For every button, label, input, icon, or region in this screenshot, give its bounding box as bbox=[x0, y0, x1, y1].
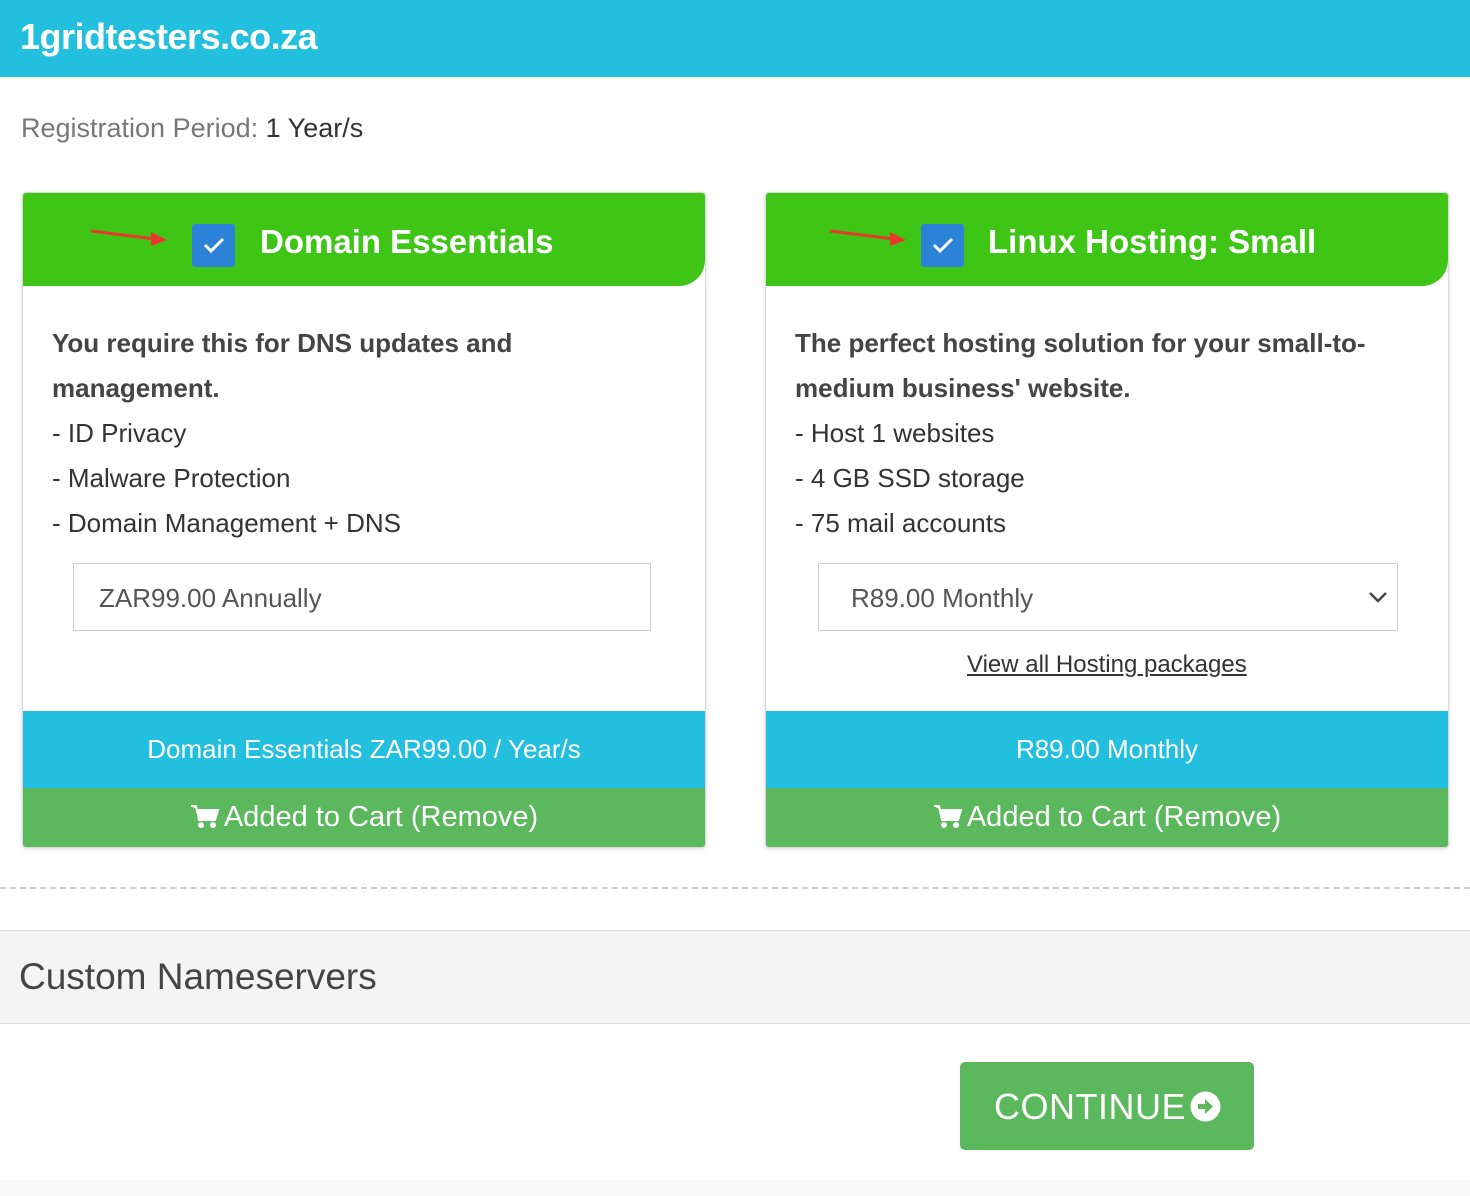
price-summary: Domain Essentials ZAR99.00 / Year/s bbox=[23, 711, 705, 788]
card-header[interactable]: Domain Essentials bbox=[23, 193, 705, 286]
custom-nameservers-panel[interactable]: Custom Nameservers bbox=[0, 930, 1470, 1024]
site-name: 1gridtesters.co.za bbox=[20, 16, 318, 57]
continue-label: CONTINUE bbox=[994, 1086, 1186, 1127]
registration-period: Registration Period: 1 Year/s bbox=[21, 113, 363, 144]
card-title: Linux Hosting: Small bbox=[988, 223, 1317, 260]
feature-item: - ID Privacy bbox=[52, 418, 187, 448]
description-lead: You require this for DNS updates and man… bbox=[52, 328, 513, 403]
view-all-hosting-link[interactable]: View all Hosting packages bbox=[967, 651, 1247, 679]
feature-item: - 4 GB SSD storage bbox=[795, 463, 1025, 493]
cart-icon bbox=[190, 805, 220, 828]
addon-checkbox[interactable] bbox=[921, 224, 964, 267]
added-to-cart-remove-button[interactable]: Added to Cart (Remove) bbox=[23, 788, 705, 847]
red-arrow-annotation-icon bbox=[90, 229, 167, 246]
nameservers-heading: Custom Nameservers bbox=[19, 956, 377, 997]
registration-value: 1 Year/s bbox=[265, 113, 364, 143]
checkmark-icon bbox=[932, 237, 954, 254]
card-header[interactable]: Linux Hosting: Small bbox=[766, 193, 1448, 286]
addon-checkbox[interactable] bbox=[192, 224, 235, 267]
cart-icon bbox=[933, 805, 963, 828]
continue-button[interactable]: CONTINUE bbox=[960, 1062, 1254, 1150]
footer-strip bbox=[0, 1180, 1470, 1196]
red-arrow-annotation-icon bbox=[829, 229, 906, 246]
price-text: ZAR99.00 Annually bbox=[99, 583, 322, 613]
feature-item: - 75 mail accounts bbox=[795, 508, 1006, 538]
card-description: You require this for DNS updates and man… bbox=[52, 321, 672, 546]
price-summary: R89.00 Monthly bbox=[766, 711, 1448, 788]
card-description: The perfect hosting solution for your sm… bbox=[795, 321, 1415, 546]
price-display: ZAR99.00 Annually bbox=[73, 563, 651, 631]
registration-label: Registration Period: bbox=[21, 113, 259, 143]
description-lead: The perfect hosting solution for your sm… bbox=[795, 328, 1366, 403]
arrow-circle-right-icon bbox=[1190, 1091, 1221, 1122]
card-title: Domain Essentials bbox=[260, 223, 554, 260]
cart-button-label: Added to Cart (Remove) bbox=[966, 801, 1282, 833]
addon-card-linux-hosting-small: Linux Hosting: Small The perfect hosting… bbox=[765, 192, 1449, 848]
chevron-down-icon bbox=[1369, 592, 1387, 603]
top-header: 1gridtesters.co.za bbox=[0, 0, 1470, 77]
section-divider bbox=[0, 887, 1470, 889]
feature-item: - Domain Management + DNS bbox=[52, 508, 401, 538]
billing-cycle-select[interactable]: R89.00 Monthly bbox=[818, 563, 1398, 631]
added-to-cart-remove-button[interactable]: Added to Cart (Remove) bbox=[766, 788, 1448, 847]
cart-button-label: Added to Cart (Remove) bbox=[223, 801, 539, 833]
addon-card-domain-essentials: Domain Essentials You require this for D… bbox=[22, 192, 706, 848]
selected-option: R89.00 Monthly bbox=[851, 583, 1034, 613]
checkmark-icon bbox=[203, 237, 225, 254]
feature-item: - Host 1 websites bbox=[795, 418, 995, 448]
feature-item: - Malware Protection bbox=[52, 463, 291, 493]
